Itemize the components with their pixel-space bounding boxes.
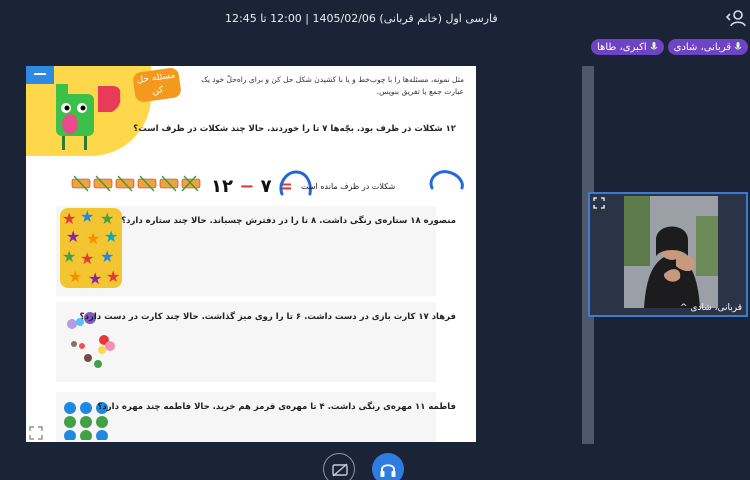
svg-text:★: ★ xyxy=(62,247,76,266)
headphones-icon xyxy=(380,464,396,477)
svg-text:★: ★ xyxy=(80,208,94,226)
equation-left: ۱۲ xyxy=(211,176,233,197)
video-tile[interactable]: قربانی، شادی ^ xyxy=(588,192,748,317)
svg-text:★: ★ xyxy=(104,227,118,246)
svg-text:★: ★ xyxy=(88,269,102,288)
top-bar: فارسی اول (خانم قربانی) 1405/02/06 | 12:… xyxy=(0,0,750,38)
video-participant-name: قربانی، شادی ^ xyxy=(680,303,742,313)
question-4: فاطمه ۱۱ مهره‌ی رنگی داشت. ۴ تا مهره‌ی ق… xyxy=(97,402,456,412)
expand-icon[interactable] xyxy=(593,197,605,209)
b-letter-icon xyxy=(98,86,121,112)
svg-text:★: ★ xyxy=(106,267,120,286)
expand-icon[interactable] xyxy=(29,426,43,440)
question-3: فرهاد ۱۷ کارت بازی در دست داشت. ۶ تا را … xyxy=(79,312,456,322)
question-1: ۱۲ شکلات در ظرف بود. بچّه‌ها ۷ تا را خور… xyxy=(133,124,456,134)
handwritten-answer-2 xyxy=(429,170,464,190)
equation-minus: − xyxy=(239,176,255,197)
screen-share-off-icon xyxy=(332,463,348,477)
video-feed xyxy=(624,196,718,308)
participant-chip[interactable]: اکبری، طاها xyxy=(591,39,664,55)
svg-text:★: ★ xyxy=(80,249,94,268)
svg-text:★: ★ xyxy=(62,209,76,228)
participant-name: اکبری، طاها xyxy=(597,41,647,53)
svg-text:★: ★ xyxy=(100,247,114,266)
participant-chip[interactable]: قربانی، شادی xyxy=(667,39,748,55)
stars-illustration: ★ ★ ★ ★ ★ ★ ★ ★ ★ ★ ★ ★ xyxy=(60,208,122,288)
svg-text:★: ★ xyxy=(68,267,82,286)
participant-name: قربانی، شادی xyxy=(673,41,731,53)
session-title: فارسی اول (خانم قربانی) 1405/02/06 | 12:… xyxy=(225,12,498,25)
mic-icon xyxy=(650,42,658,50)
svg-text:★: ★ xyxy=(66,227,80,246)
participant-chips: قربانی، شادی اکبری، طاها xyxy=(591,39,748,55)
svg-text:★: ★ xyxy=(86,229,100,248)
question-2: منصوره ۱۸ ستاره‌ی رنگی داشت. ۸ تا را در … xyxy=(121,216,456,226)
badge-solve-problem: مسئله حل کن xyxy=(132,66,182,104)
user-icon[interactable] xyxy=(726,9,746,27)
minimize-button[interactable] xyxy=(26,66,54,84)
equation-right: ۷ xyxy=(260,176,272,197)
chevron-up-icon[interactable]: ^ xyxy=(680,303,688,313)
video-name-text: قربانی، شادی xyxy=(690,303,742,313)
audio-button[interactable] xyxy=(372,453,404,480)
candy-tally-illustration xyxy=(71,175,201,192)
screen-share-off-button[interactable] xyxy=(323,453,355,480)
answer-note: شکلات در ظرف مانده است xyxy=(301,182,396,191)
mic-icon xyxy=(734,42,742,50)
question-block xyxy=(56,392,436,442)
worksheet-instructions: مثل نمونه، مسئله‌ها را با چوب‌خط و یا با… xyxy=(201,75,464,96)
shared-document[interactable]: مسئله حل کن مثل نمونه، مسئله‌ها را با چو… xyxy=(26,66,476,442)
minimize-icon xyxy=(34,73,46,75)
svg-text:★: ★ xyxy=(100,209,114,228)
